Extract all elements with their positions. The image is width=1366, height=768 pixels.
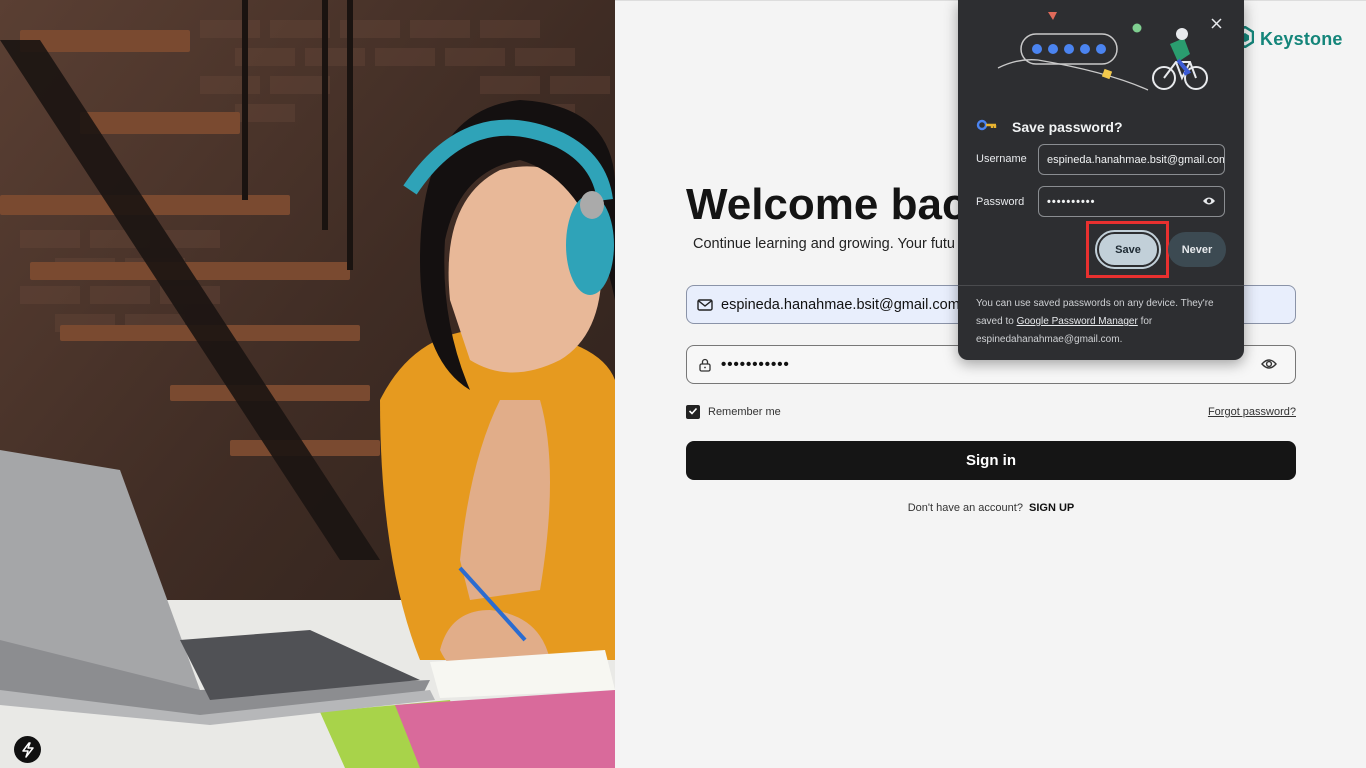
key-icon xyxy=(976,118,998,136)
check-icon xyxy=(688,403,698,421)
password-illustration xyxy=(997,12,1208,91)
close-icon[interactable] xyxy=(1208,15,1224,31)
remember-checkbox[interactable] xyxy=(686,405,700,419)
dialog-header: Save password? xyxy=(976,118,1123,136)
username-field[interactable]: espineda.hanahmae.bsit@gmail.com xyxy=(1038,144,1225,175)
dialog-footer: You can use saved passwords on any devic… xyxy=(976,295,1238,349)
save-password-dialog: Save password? Username espineda.hanahma… xyxy=(958,0,1244,360)
eye-icon[interactable] xyxy=(1261,357,1277,376)
brand-logo[interactable]: Keystone xyxy=(1235,25,1343,53)
page-title: Welcome bac xyxy=(686,180,967,229)
divider xyxy=(958,285,1244,286)
username-label: Username xyxy=(976,153,1027,165)
email-value: espineda.hanahmae.bsit@gmail.com xyxy=(721,296,960,313)
page-subtitle: Continue learning and growing. Your futu xyxy=(693,236,955,252)
signup-link[interactable]: SIGN UP xyxy=(1029,502,1074,514)
remember-me[interactable]: Remember me xyxy=(686,405,781,419)
lock-icon xyxy=(697,357,713,373)
save-button[interactable]: Save xyxy=(1095,230,1161,269)
password-manager-link[interactable]: Google Password Manager xyxy=(1017,316,1138,327)
forgot-password-link[interactable]: Forgot password? xyxy=(1208,406,1296,418)
eye-icon[interactable] xyxy=(1202,195,1216,210)
password-value: ••••••••••• xyxy=(721,356,790,373)
brand-name: Keystone xyxy=(1260,29,1343,49)
popup-password-value: •••••••••• xyxy=(1047,195,1096,208)
popup-password-field[interactable]: •••••••••• xyxy=(1038,186,1225,217)
bolt-icon[interactable] xyxy=(14,736,41,763)
mail-icon xyxy=(697,297,713,313)
remember-label: Remember me xyxy=(708,406,781,418)
never-button[interactable]: Never xyxy=(1168,232,1226,267)
signin-button[interactable]: Sign in xyxy=(686,441,1296,480)
password-label: Password xyxy=(976,196,1025,208)
hero-photo xyxy=(0,0,615,768)
signup-prompt: Don't have an account? xyxy=(907,502,1023,514)
signup-row: Don't have an account? SIGN UP xyxy=(686,502,1296,514)
dialog-title: Save password? xyxy=(1012,119,1123,135)
